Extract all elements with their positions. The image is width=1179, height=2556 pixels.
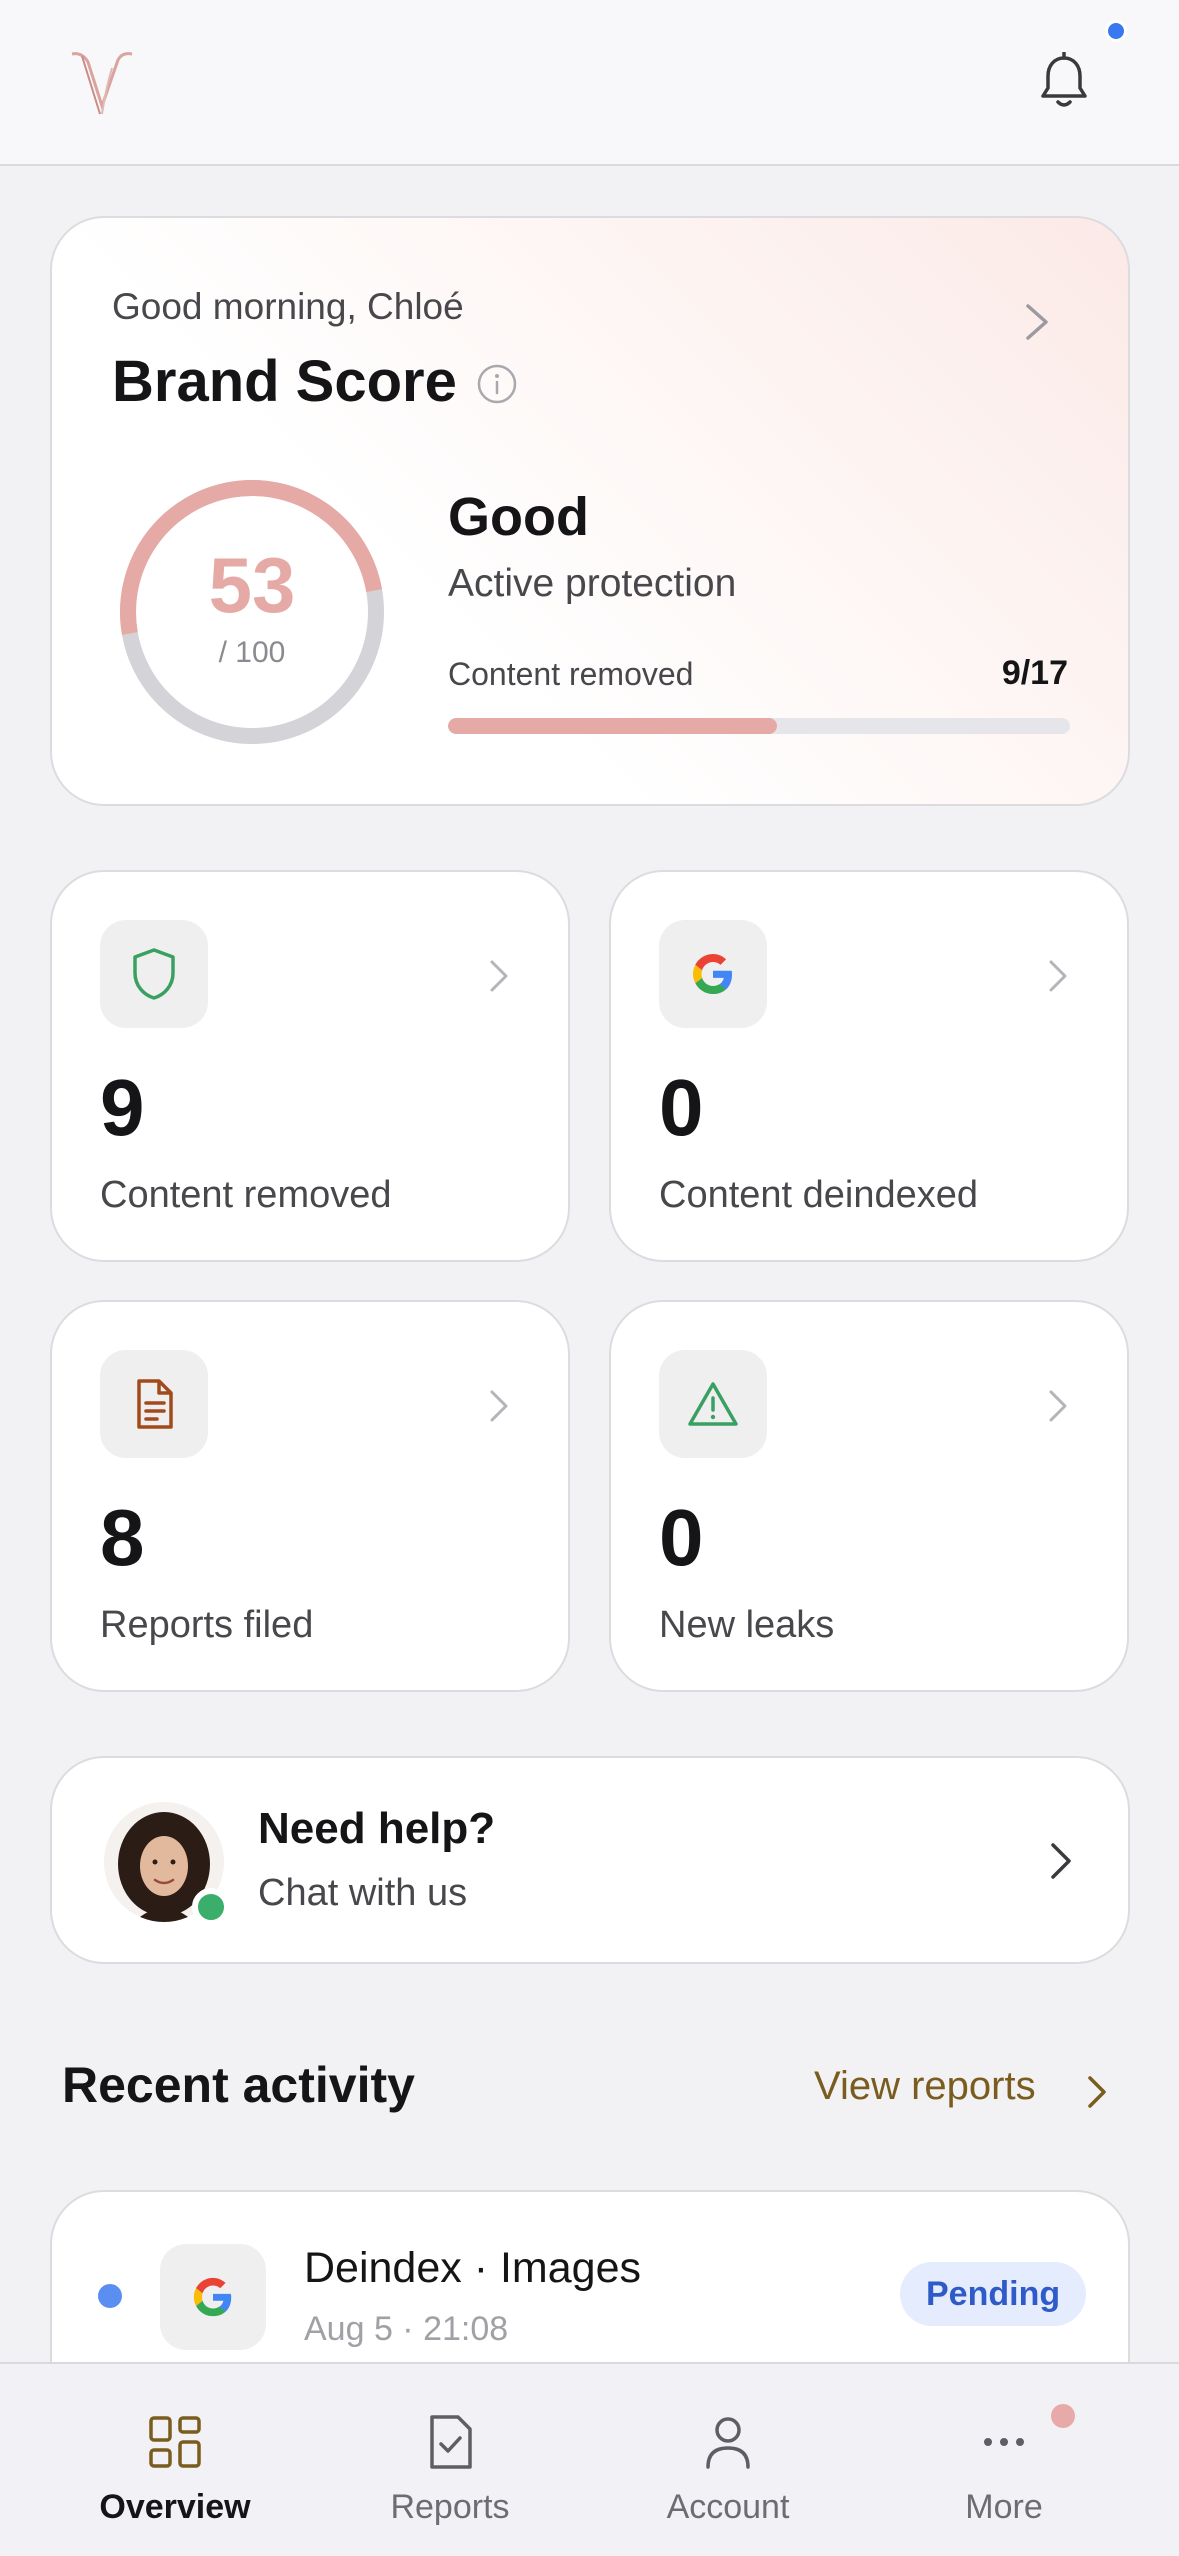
score-total: / 100 <box>218 636 286 669</box>
stat-card-reports-filed[interactable]: 8 Reports filed <box>50 1300 570 1692</box>
stat-card-new-leaks[interactable]: 0 New leaks <box>609 1300 1129 1692</box>
stat-label: Reports filed <box>100 1604 314 1646</box>
progress-label: Content removed <box>448 656 694 692</box>
notification-badge <box>1105 20 1127 42</box>
stat-label: Content removed <box>100 1174 392 1216</box>
more-notification-dot <box>1051 2404 1075 2428</box>
report-icon <box>430 2415 472 2469</box>
tab-label: Account <box>666 2488 790 2526</box>
google-icon <box>693 954 732 994</box>
v-monogram-logo-icon[interactable] <box>68 48 136 120</box>
activity-title: Deindex · Images <box>304 2244 641 2292</box>
chevron-right-icon <box>1049 960 1067 992</box>
stat-label: New leaks <box>659 1604 835 1646</box>
status-badge: Pending <box>900 2262 1087 2326</box>
activity-timestamp: Aug 5 · 21:08 <box>304 2310 509 2348</box>
stat-label: Content deindexed <box>659 1174 979 1216</box>
score-value: 53 <box>208 541 296 629</box>
info-icon[interactable] <box>476 363 518 405</box>
stat-value: 8 <box>100 1493 145 1582</box>
stat-icon-container <box>659 1350 767 1458</box>
progress-bar-fill <box>448 718 778 734</box>
help-subtitle: Chat with us <box>258 1872 468 1914</box>
top-bar <box>0 0 1179 166</box>
stat-icon-container <box>100 1350 208 1458</box>
stat-value: 0 <box>659 1493 704 1582</box>
warning-icon <box>688 1382 738 1426</box>
chevron-right-icon <box>490 960 508 992</box>
tab-overview[interactable]: Overview <box>28 2364 322 2556</box>
google-icon <box>193 2277 232 2317</box>
chevron-right-icon <box>490 1390 508 1422</box>
person-icon <box>706 2417 750 2469</box>
online-status-indicator <box>192 1888 230 1926</box>
stat-card-content-removed[interactable]: 9 Content removed <box>50 870 570 1262</box>
tab-more[interactable]: More <box>857 2364 1151 2556</box>
chevron-right-icon[interactable] <box>1084 2072 1110 2112</box>
greeting: Good morning, Chloé <box>112 286 464 327</box>
document-icon <box>137 1379 173 1429</box>
score-status: Good <box>448 487 589 547</box>
brand-score-card[interactable]: Good morning, Chloé Brand Score 53 / 100… <box>50 216 1130 806</box>
chevron-right-icon[interactable] <box>1022 300 1052 344</box>
unread-indicator <box>98 2284 122 2308</box>
tab-label: More <box>965 2488 1043 2526</box>
stat-icon-container <box>100 920 208 1028</box>
stat-card-content-deindexed[interactable]: 0 Content deindexed <box>609 870 1129 1262</box>
stat-value: 0 <box>659 1063 704 1152</box>
help-chat-card[interactable]: Need help? Chat with us <box>50 1756 1130 1964</box>
chevron-right-icon <box>1049 1390 1067 1422</box>
activity-icon-container <box>160 2244 266 2350</box>
shield-icon <box>133 948 175 1000</box>
bell-icon[interactable] <box>1038 52 1090 112</box>
progress-count: 9/17 <box>1001 654 1068 692</box>
recent-activity-title: Recent activity <box>62 2057 415 2113</box>
view-reports-link[interactable]: View reports <box>814 2064 1036 2109</box>
progress-bar <box>448 718 1070 734</box>
grid-icon <box>149 2416 201 2468</box>
tab-label: Reports <box>390 2488 510 2526</box>
stat-value: 9 <box>100 1063 145 1152</box>
chevron-right-icon <box>1051 1843 1071 1879</box>
brand-score-title: Brand Score <box>112 349 457 414</box>
help-title: Need help? <box>258 1804 496 1853</box>
ellipsis-icon <box>984 2438 1024 2446</box>
tab-label: Overview <box>99 2488 251 2526</box>
tab-account[interactable]: Account <box>581 2364 875 2556</box>
stat-icon-container <box>659 920 767 1028</box>
bottom-tab-bar: Overview Reports Account More <box>0 2362 1179 2556</box>
tab-reports[interactable]: Reports <box>303 2364 597 2556</box>
score-status-detail: Active protection <box>448 562 737 605</box>
